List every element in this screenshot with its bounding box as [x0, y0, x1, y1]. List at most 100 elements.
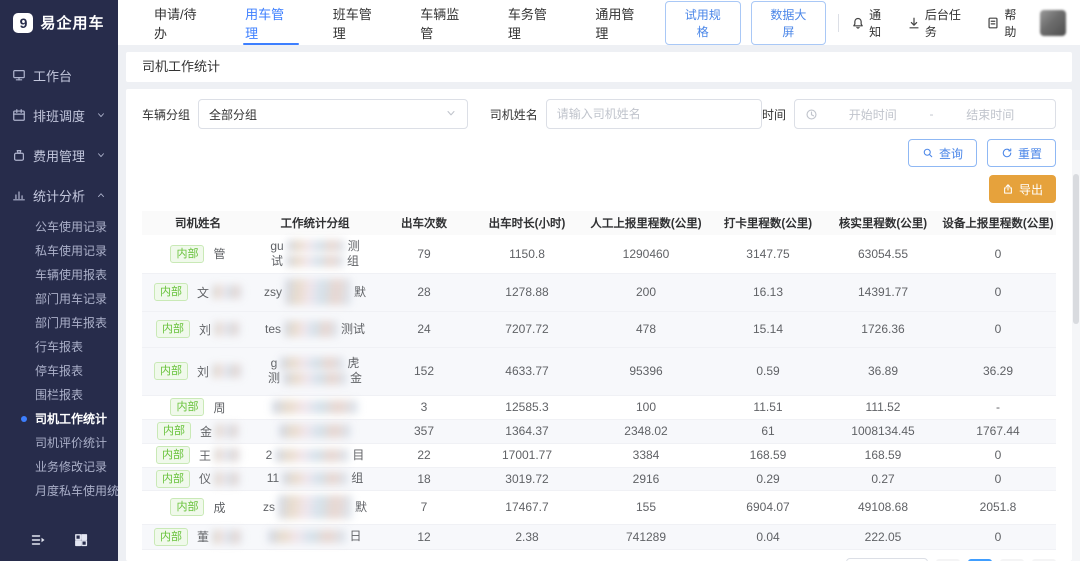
redacted-text: [268, 530, 346, 543]
search-button[interactable]: 查询: [908, 139, 977, 167]
export-button[interactable]: 导出: [989, 175, 1056, 203]
nav-tab-4[interactable]: 车辆监管: [402, 0, 490, 45]
nav-tab-3[interactable]: 班车管理: [315, 0, 403, 45]
topbar-link-3[interactable]: 帮助: [986, 6, 1028, 40]
internal-badge: 内部: [156, 320, 190, 338]
filter-row: 车辆分组 全部分组 司机姓名 时间 开始时间 - 结束时间: [142, 99, 1056, 129]
redacted-text: [212, 364, 242, 378]
verified-value: 1008134.45: [826, 419, 940, 443]
device-value: 1767.44: [940, 419, 1056, 443]
column-header-6: 打卡里程数(公里): [710, 211, 826, 235]
topbar-link-1[interactable]: 通知: [851, 6, 893, 40]
redacted-text: [212, 285, 242, 299]
table-row[interactable]: 内部仪11组183019.7229160.290.270: [142, 467, 1056, 490]
filter-actions: 查询 重置: [142, 139, 1056, 167]
table-row[interactable]: 内部周312585.310011.51111.52-: [142, 395, 1056, 419]
pill-button-2[interactable]: 数据大屏: [751, 1, 827, 45]
driver-name-input[interactable]: [546, 99, 762, 129]
sidebar-subitem-7[interactable]: 停车报表: [0, 359, 118, 383]
page-size-select[interactable]: 10条/页: [846, 558, 928, 561]
page-title: 司机工作统计: [126, 52, 1072, 82]
chevron-up-icon: [96, 190, 106, 200]
hours-value: 17001.77: [472, 443, 582, 467]
table-row[interactable]: 内部金3571364.372348.02611008134.451767.44: [142, 419, 1056, 443]
table-row[interactable]: 内部管gu测试组791150.812904603147.7563054.550: [142, 235, 1056, 273]
work-group-cell: g虎测金: [254, 347, 376, 395]
reset-button[interactable]: 重置: [987, 139, 1056, 167]
device-value: 0: [940, 235, 1056, 273]
internal-badge: 内部: [154, 283, 188, 301]
sidebar-item-2[interactable]: 排班调度: [0, 95, 118, 135]
device-value: -: [940, 395, 1056, 419]
table-row[interactable]: 内部刘g虎测金1524633.77953960.5936.8936.29: [142, 347, 1056, 395]
sidebar-item-3[interactable]: 费用管理: [0, 135, 118, 175]
sidebar-subitem-11[interactable]: 业务修改记录: [0, 455, 118, 479]
sidebar-subitem-12[interactable]: 月度私车使用统计: [0, 479, 118, 503]
driver-name: 文: [197, 284, 209, 301]
redacted-text: [279, 424, 351, 438]
trips-value: 12: [376, 524, 472, 549]
device-value: 0: [940, 443, 1056, 467]
start-time-placeholder: 开始时间: [818, 106, 928, 123]
sidebar: 工作台排班调度费用管理统计分析公车使用记录私车使用记录车辆使用报表部门用车记录部…: [0, 45, 118, 561]
end-time-placeholder: 结束时间: [936, 106, 1046, 123]
nav-tab-1[interactable]: 申请/待办: [136, 0, 227, 45]
redacted-text: [287, 240, 345, 252]
internal-badge: 内部: [154, 362, 188, 380]
sidebar-subitem-5[interactable]: 部门用车报表: [0, 311, 118, 335]
redacted-text: [275, 449, 349, 462]
driver-name: 金: [200, 423, 212, 440]
sidebar-subitem-4[interactable]: 部门用车记录: [0, 287, 118, 311]
table-row[interactable]: 内部王2目2217001.773384168.59168.590: [142, 443, 1056, 467]
driver-name: 仪: [199, 470, 211, 487]
verified-value: 49108.68: [826, 490, 940, 524]
device-value: 0: [940, 524, 1056, 549]
sidebar-subitem-3[interactable]: 车辆使用报表: [0, 263, 118, 287]
punch-value: 3147.75: [710, 235, 826, 273]
sidebar-subitem-6[interactable]: 行车报表: [0, 335, 118, 359]
sidebar-item-1[interactable]: 工作台: [0, 55, 118, 95]
table-row[interactable]: 内部成zs默717467.71556904.0749108.682051.8: [142, 490, 1056, 524]
refresh-icon: [1001, 147, 1013, 159]
topbar-link-2[interactable]: 后台任务: [907, 6, 973, 40]
hours-value: 7207.72: [472, 311, 582, 347]
pill-button-1[interactable]: 试用规格: [665, 1, 741, 45]
sidebar-subitem-2[interactable]: 私车使用记录: [0, 239, 118, 263]
chevron-down-icon: [96, 110, 106, 120]
apps-grid-icon[interactable]: [73, 532, 89, 548]
clock-icon: [805, 108, 818, 121]
sidebar-item-4[interactable]: 统计分析: [0, 175, 118, 215]
manual-value: 2348.02: [582, 419, 710, 443]
sidebar-subitem-9[interactable]: 司机工作统计: [0, 407, 118, 431]
hours-value: 4633.77: [472, 347, 582, 395]
column-header-1: 司机姓名: [142, 211, 254, 235]
redacted-text: [212, 530, 242, 544]
table-row[interactable]: 内部刘tes测试247207.7247815.141726.360: [142, 311, 1056, 347]
nav-tab-2[interactable]: 用车管理: [227, 0, 315, 45]
table-row[interactable]: 内部文zsy默281278.8820016.1314391.770: [142, 273, 1056, 311]
work-group-cell: zsy默: [254, 273, 376, 311]
sidebar-subitem-8[interactable]: 围栏报表: [0, 383, 118, 407]
redacted-text: [285, 279, 351, 305]
sidebar-subitem-10[interactable]: 司机评价统计: [0, 431, 118, 455]
time-range-picker[interactable]: 开始时间 - 结束时间: [794, 99, 1056, 129]
column-header-3: 出车次数: [376, 211, 472, 235]
nav-tab-5[interactable]: 车务管理: [490, 0, 578, 45]
driver-name: 成: [213, 499, 225, 516]
scrollbar-thumb[interactable]: [1073, 174, 1079, 324]
trips-value: 3: [376, 395, 472, 419]
scrollbar-track: [1072, 150, 1080, 561]
vehicle-group-select[interactable]: 全部分组: [198, 99, 468, 129]
bell-icon: [851, 16, 865, 30]
hours-value: 1150.8: [472, 235, 582, 273]
table-row[interactable]: 内部董日122.387412890.04222.050: [142, 524, 1056, 549]
collapse-menu-icon[interactable]: [30, 532, 46, 548]
time-separator: -: [928, 107, 936, 121]
export-icon: [1002, 183, 1014, 195]
column-header-2: 工作统计分组: [254, 211, 376, 235]
redacted-text: [280, 357, 344, 370]
avatar[interactable]: [1040, 10, 1066, 36]
sidebar-subitem-1[interactable]: 公车使用记录: [0, 215, 118, 239]
nav-tab-6[interactable]: 通用管理: [577, 0, 665, 45]
hours-value: 3019.72: [472, 467, 582, 490]
